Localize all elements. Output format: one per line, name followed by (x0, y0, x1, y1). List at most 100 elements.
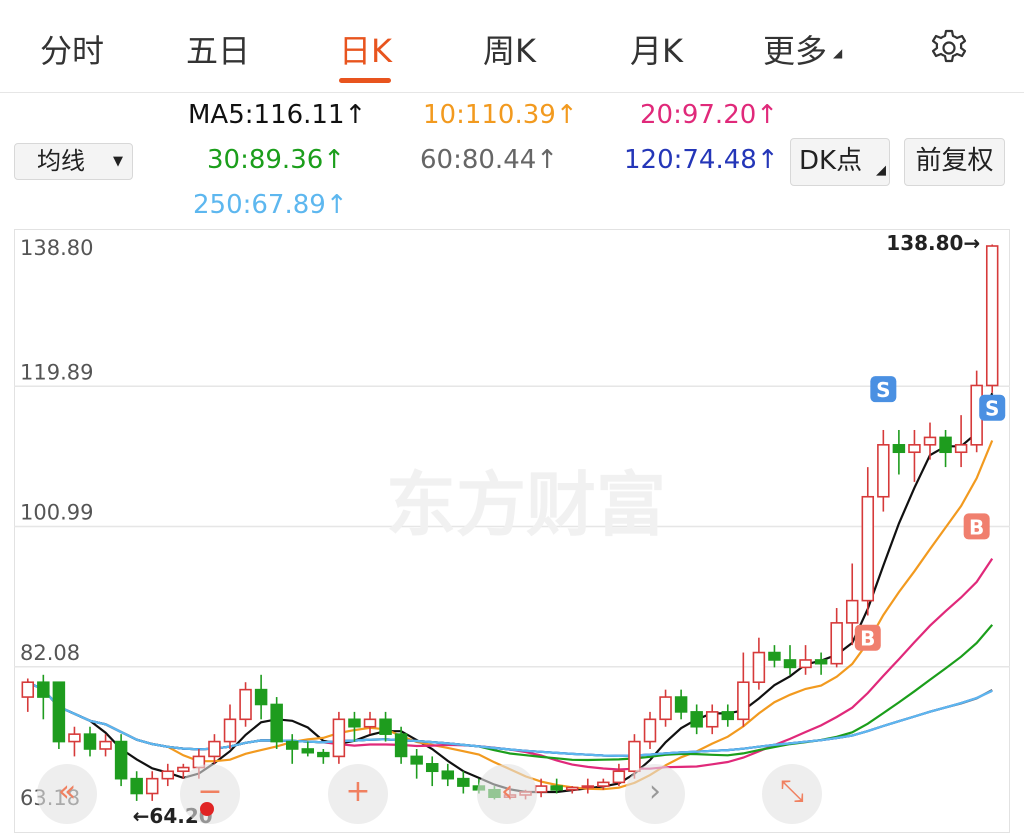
ma250-legend: 250:67.89↑ (193, 190, 348, 220)
candle-body (425, 763, 439, 773)
candle-body (254, 688, 268, 706)
buy-marker: B (854, 624, 881, 651)
candle-body (799, 659, 812, 669)
y-tick-label: 100.99 (20, 501, 93, 525)
right-arrow-icon[interactable]: › (625, 764, 685, 824)
ma10-legend: 10:110.39↑ (423, 100, 578, 130)
candle-body (363, 718, 377, 728)
candle-body (457, 777, 470, 787)
candle-body (114, 740, 128, 780)
candle-body (597, 781, 610, 787)
candle-body (394, 733, 408, 758)
candle-body (939, 436, 952, 454)
ma120-legend: 120:74.48↑ (624, 145, 779, 175)
candle-body (410, 755, 423, 765)
candle-body (239, 688, 252, 721)
candle-body (99, 740, 112, 750)
candle-body (52, 681, 66, 743)
candle-body (830, 622, 843, 665)
marker-label: S (876, 378, 890, 402)
candle-body (721, 711, 735, 721)
candle-body (223, 718, 237, 743)
candle-body (270, 703, 283, 743)
candle-body (908, 444, 921, 454)
plus-icon[interactable]: + (328, 764, 388, 824)
ma5-legend: MA5:116.11↑ (188, 100, 367, 130)
candle-body (674, 696, 688, 713)
ma-select-dropdown[interactable]: 均线 ▼ (14, 143, 133, 180)
kline-chart[interactable]: 138.80119.89100.9982.0863.18 东方财富 138.80… (14, 229, 1010, 833)
active-tab-underline (339, 78, 391, 83)
candle-body (752, 651, 766, 684)
candle-body (985, 245, 999, 387)
dk-point-label: DK点 (799, 146, 863, 176)
ma-select-label: 均线 (37, 147, 85, 175)
candle-body (68, 733, 81, 743)
candle-body (612, 770, 626, 784)
tab-more-label: 更多 (763, 32, 828, 70)
y-tick-label: 82.08 (20, 641, 80, 665)
candle-body (628, 740, 641, 773)
kline-chart-svg: 138.80119.89100.9982.0863.18 东方财富 138.80… (14, 229, 1010, 833)
candle-body (21, 681, 35, 698)
candle-body (768, 651, 781, 661)
candle-body (285, 740, 299, 750)
candle-body (705, 711, 719, 728)
candle-body (332, 718, 346, 758)
ma30-legend: 30:89.36↑ (207, 145, 346, 175)
candle-body (690, 711, 703, 728)
tab-intraday[interactable]: 分时 (40, 26, 104, 72)
tab-monthly-k[interactable]: 月K (630, 26, 683, 72)
candle-body (923, 436, 937, 446)
watermark: 东方财富 (386, 464, 666, 546)
double-left-arrow-icon[interactable]: « (37, 764, 97, 824)
candle-body (643, 718, 657, 743)
candle-body (161, 770, 175, 780)
candle-body (177, 766, 190, 773)
candle-body (301, 748, 315, 754)
tab-daily-k[interactable]: 日K (339, 26, 392, 72)
candle-body (348, 718, 361, 728)
tab-more[interactable]: 更多 ◢ (763, 26, 842, 72)
dk-point-button[interactable]: DK点 ◢ (790, 138, 890, 186)
ma60-legend: 60:80.44↑ (420, 145, 559, 175)
triangle-down-icon: ◢ (876, 163, 886, 178)
candle-body (565, 786, 579, 791)
candle-body (814, 659, 828, 665)
candle-body (208, 740, 221, 758)
candle-body (37, 681, 50, 698)
zoom-position-dot (200, 802, 214, 816)
candle-body (659, 696, 672, 721)
y-tick-label: 138.80 (20, 236, 93, 260)
candle-body (145, 777, 159, 795)
forward-adjust-button[interactable]: 前复权 (904, 138, 1005, 186)
candle-body (877, 444, 890, 498)
candle-body (954, 444, 968, 454)
candle-body (83, 733, 97, 750)
candle-body (581, 785, 595, 789)
candle-body (534, 785, 548, 793)
marker-label: S (985, 397, 999, 421)
gear-icon[interactable] (929, 28, 969, 68)
tab-five-day[interactable]: 五日 (186, 26, 250, 72)
marker-label: B (860, 627, 875, 651)
expand-icon[interactable]: ⤡ (762, 764, 822, 824)
triangle-down-icon: ▼ (113, 154, 123, 169)
candle-body (845, 599, 859, 624)
tab-weekly-k[interactable]: 周K (483, 26, 536, 72)
sell-marker: S (870, 376, 897, 403)
candle-body (130, 777, 143, 795)
candle-body (737, 681, 750, 721)
candle-body (441, 770, 455, 780)
triangle-down-icon: ◢ (833, 46, 843, 60)
buy-marker: B (963, 513, 990, 540)
period-tab-bar: 分时 五日 日K 周K 月K 更多 ◢ (0, 0, 1024, 93)
candle-body (379, 718, 392, 735)
y-tick-label: 119.89 (20, 360, 93, 384)
max-price-label: 138.80→ (886, 231, 980, 255)
left-arrow-icon[interactable]: ‹ (477, 764, 537, 824)
candle-body (317, 751, 330, 758)
ma20-legend: 20:97.20↑ (640, 100, 779, 130)
candle-body (892, 444, 906, 454)
candle-body (783, 659, 797, 669)
